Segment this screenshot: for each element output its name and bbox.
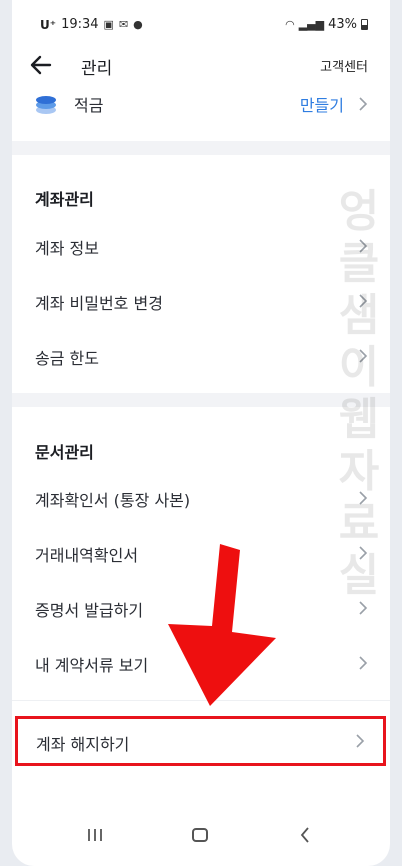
status-bar: U⁺ 19:34 ▣ ✉ ● ◠ ▂▄▆ 43% (12, 0, 390, 40)
gallery-icon: ▣ (103, 18, 114, 31)
chevron-right-icon (359, 239, 368, 253)
section-divider (12, 393, 390, 407)
menu-item-transfer-limit[interactable]: 송금 한도 (12, 334, 390, 378)
phone-screen: U⁺ 19:34 ▣ ✉ ● ◠ ▂▄▆ 43% 관리 고객센터 적금 만들기 (12, 0, 390, 866)
menu-item-account-info[interactable]: 계좌 정보 (12, 224, 390, 268)
menu-item-label: 계좌 비밀번호 변경 (35, 294, 163, 313)
battery-icon (361, 19, 368, 30)
chat-icon: ● (133, 18, 143, 31)
back-arrow-icon[interactable] (26, 50, 56, 80)
savings-row[interactable]: 적금 만들기 (12, 88, 390, 120)
menu-item-label: 송금 한도 (35, 349, 99, 368)
menu-item-account-certificate[interactable]: 계좌확인서 (통장 사본) (12, 476, 390, 520)
red-arrow-annotation (168, 544, 276, 706)
customer-center-link[interactable]: 고객센터 (320, 56, 368, 75)
savings-label: 적금 (74, 96, 104, 115)
chevron-right-icon (359, 601, 368, 615)
signal-icon: ▂▄▆ (298, 18, 325, 31)
close-account-label: 계좌 해지하기 (36, 735, 130, 754)
carrier-label: U⁺ (40, 17, 57, 32)
chevron-right-icon (359, 546, 368, 560)
home-icon[interactable] (192, 828, 208, 842)
status-time: 19:34 (61, 17, 99, 32)
section-divider (12, 141, 390, 155)
recent-apps-icon[interactable] (86, 827, 104, 843)
page-title: 관리 (81, 59, 113, 79)
create-savings-link[interactable]: 만들기 (300, 92, 344, 116)
chevron-right-icon (356, 734, 365, 748)
menu-item-label: 계좌 정보 (35, 239, 99, 258)
chevron-right-icon (359, 349, 368, 363)
chevron-right-icon (359, 491, 368, 505)
battery-percent: 43% (328, 17, 357, 32)
close-account-button[interactable]: 계좌 해지하기 (15, 716, 386, 766)
message-icon: ✉ (118, 18, 129, 31)
menu-item-label: 계좌확인서 (통장 사본) (35, 491, 191, 510)
menu-item-change-password[interactable]: 계좌 비밀번호 변경 (12, 279, 390, 323)
menu-item-label: 내 계약서류 보기 (35, 656, 149, 675)
coin-stack-icon (36, 96, 56, 114)
chevron-right-icon (359, 294, 368, 308)
menu-item-label: 거래내역확인서 (35, 546, 139, 565)
chevron-right-icon (359, 97, 368, 111)
account-section-title: 계좌관리 (35, 190, 94, 209)
document-section-title: 문서관리 (35, 443, 94, 462)
app-bar: 관리 고객센터 (12, 46, 390, 86)
chevron-right-icon (359, 656, 368, 670)
menu-item-label: 증명서 발급하기 (35, 601, 144, 620)
nav-back-icon[interactable] (299, 826, 311, 844)
wifi-icon: ◠ (285, 18, 295, 31)
system-nav-bar (12, 804, 390, 866)
